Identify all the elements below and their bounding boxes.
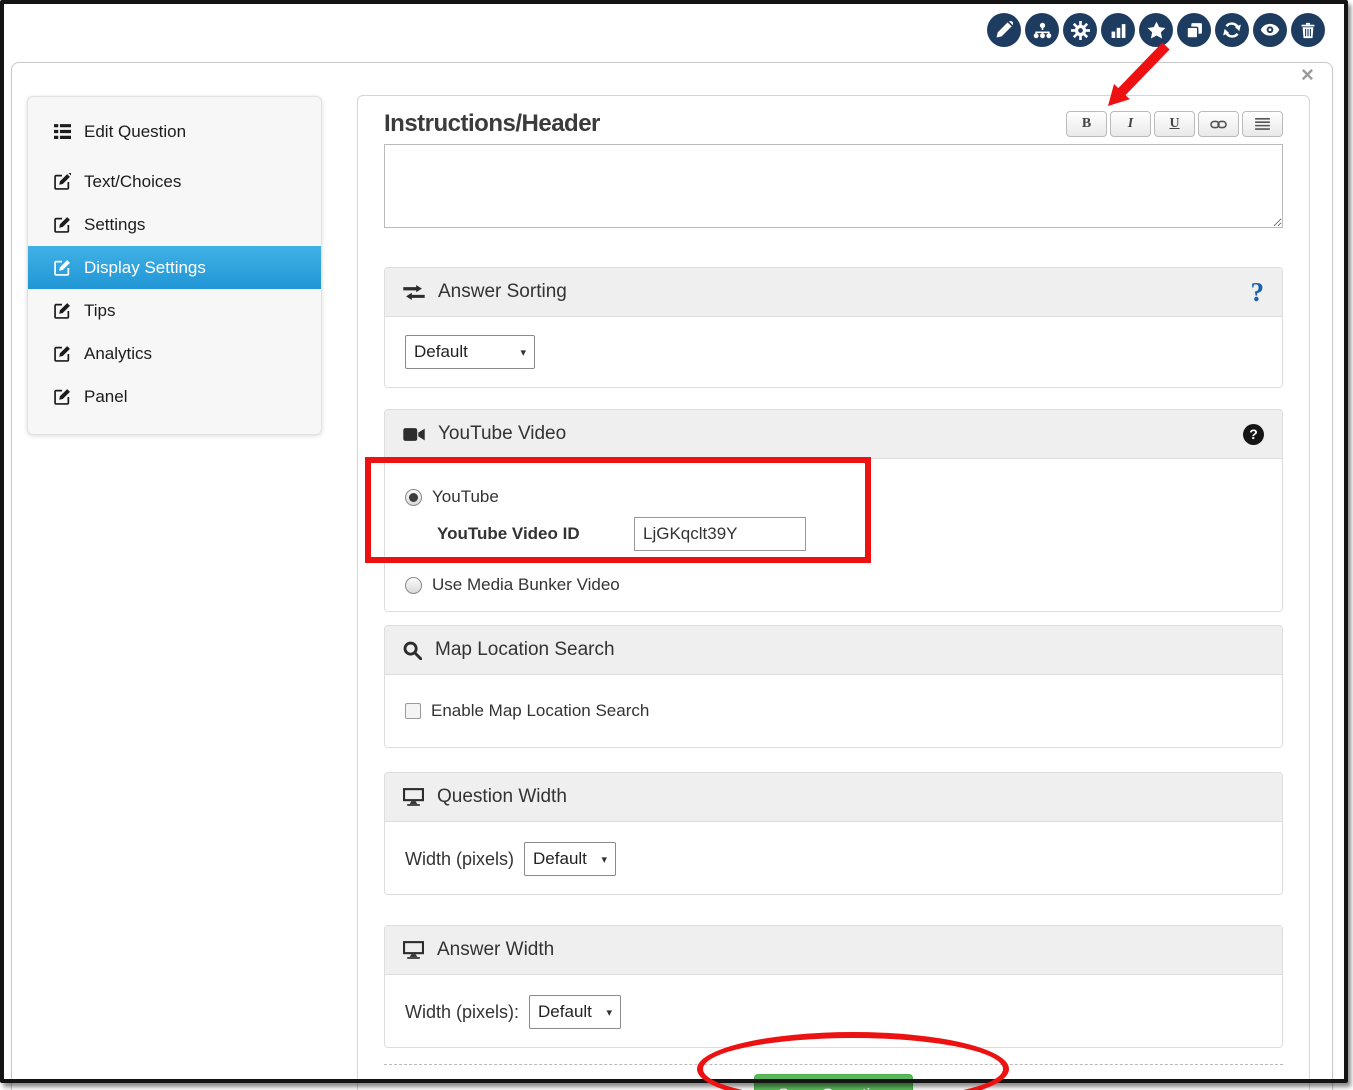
video-id-input[interactable] — [634, 517, 806, 551]
edit-icon — [54, 302, 71, 319]
media-bunker-radio-label: Use Media Bunker Video — [432, 575, 620, 595]
justify-icon — [1255, 118, 1270, 130]
answer-width-label: Width (pixels): — [405, 1002, 519, 1023]
section-title: Answer Width — [437, 939, 554, 961]
list-icon — [54, 124, 71, 139]
youtube-radio-label: YouTube — [432, 487, 499, 507]
help-question-icon[interactable]: ? — [1243, 424, 1264, 445]
editor-sidebar: Edit Question Text/Choices Settings Disp… — [27, 96, 322, 435]
preview-eye-icon[interactable] — [1253, 13, 1287, 47]
underline-button[interactable]: U — [1154, 111, 1195, 137]
sidebar-item-label: Tips — [84, 301, 116, 321]
save-question-button[interactable]: Save Question — [754, 1074, 914, 1090]
sidebar-item-text-choices[interactable]: Text/Choices — [28, 160, 321, 203]
map-location-section: Map Location Search Enable Map Location … — [384, 625, 1283, 748]
favorite-star-icon[interactable] — [1139, 13, 1173, 47]
format-toolbar: B I U — [1066, 111, 1283, 137]
sidebar-item-label: Text/Choices — [84, 172, 181, 192]
edit-icon — [54, 259, 71, 276]
sidebar-item-label: Edit Question — [84, 122, 186, 142]
sidebar-item-display-settings[interactable]: Display Settings — [28, 246, 321, 289]
instructions-textarea[interactable] — [384, 144, 1283, 228]
section-title: Answer Sorting — [438, 281, 567, 303]
answer-width-select[interactable]: Default — [529, 995, 621, 1029]
media-bunker-radio-row: Use Media Bunker Video — [405, 575, 1262, 595]
settings-gear-icon[interactable] — [1063, 13, 1097, 47]
monitor-icon — [403, 941, 424, 959]
question-width-section: Question Width Width (pixels) Default — [384, 772, 1283, 895]
analytics-bar-chart-icon[interactable] — [1101, 13, 1135, 47]
enable-map-checkbox[interactable] — [405, 703, 421, 719]
help-question-icon[interactable]: ? — [1251, 277, 1265, 308]
sidebar-item-label: Settings — [84, 215, 145, 235]
sidebar-item-tips[interactable]: Tips — [28, 289, 321, 332]
question-editor-window: × Edit Question Text/Choices Settings Di… — [0, 0, 1353, 1090]
question-width-label: Width (pixels) — [405, 849, 514, 870]
sidebar-item-analytics[interactable]: Analytics — [28, 332, 321, 375]
youtube-radio[interactable] — [405, 489, 422, 506]
answer-width-section: Answer Width Width (pixels): Default — [384, 925, 1283, 1048]
align-button[interactable] — [1242, 111, 1283, 137]
answer-sorting-section: Answer Sorting ? Default — [384, 267, 1283, 388]
italic-button[interactable]: I — [1110, 111, 1151, 137]
page-title: Instructions/Header — [384, 110, 600, 138]
section-title: Map Location Search — [435, 639, 615, 661]
sidebar-item-edit-question[interactable]: Edit Question — [28, 110, 321, 153]
enable-map-label: Enable Map Location Search — [431, 701, 649, 721]
exchange-arrows-icon — [403, 285, 425, 300]
logic-sitemap-icon[interactable] — [1025, 13, 1059, 47]
enable-map-row: Enable Map Location Search — [405, 701, 1262, 721]
youtube-radio-row: YouTube — [405, 487, 1262, 507]
edit-icon — [54, 388, 71, 405]
edit-icon — [54, 345, 71, 362]
sidebar-item-settings[interactable]: Settings — [28, 203, 321, 246]
section-title: Question Width — [437, 786, 567, 808]
sidebar-item-label: Display Settings — [84, 258, 206, 278]
refresh-icon[interactable] — [1215, 13, 1249, 47]
section-title: YouTube Video — [438, 423, 566, 445]
sidebar-item-panel[interactable]: Panel — [28, 375, 321, 418]
question-toolbar — [987, 13, 1325, 47]
delete-trash-icon[interactable] — [1291, 13, 1325, 47]
edit-pencil-icon[interactable] — [987, 13, 1021, 47]
display-settings-form: Instructions/Header B I U Answer Sorting — [357, 95, 1310, 1090]
footer-divider — [384, 1064, 1283, 1065]
video-id-label: YouTube Video ID — [437, 524, 634, 544]
link-button[interactable] — [1198, 111, 1239, 137]
sidebar-item-label: Analytics — [84, 344, 152, 364]
video-id-row: YouTube Video ID — [437, 517, 1262, 551]
search-icon — [403, 641, 422, 660]
youtube-video-section: YouTube Video ? YouTube YouTube Video ID… — [384, 409, 1283, 612]
link-icon — [1210, 119, 1227, 130]
copy-icon[interactable] — [1177, 13, 1211, 47]
bold-button[interactable]: B — [1066, 111, 1107, 137]
media-bunker-radio[interactable] — [405, 577, 422, 594]
monitor-icon — [403, 788, 424, 806]
close-icon[interactable]: × — [1301, 64, 1314, 86]
video-camera-icon — [403, 427, 425, 442]
sidebar-item-label: Panel — [84, 387, 127, 407]
edit-icon — [54, 216, 71, 233]
question-width-select[interactable]: Default — [524, 842, 616, 876]
edit-icon — [54, 173, 71, 190]
answer-sorting-select[interactable]: Default — [405, 335, 535, 369]
